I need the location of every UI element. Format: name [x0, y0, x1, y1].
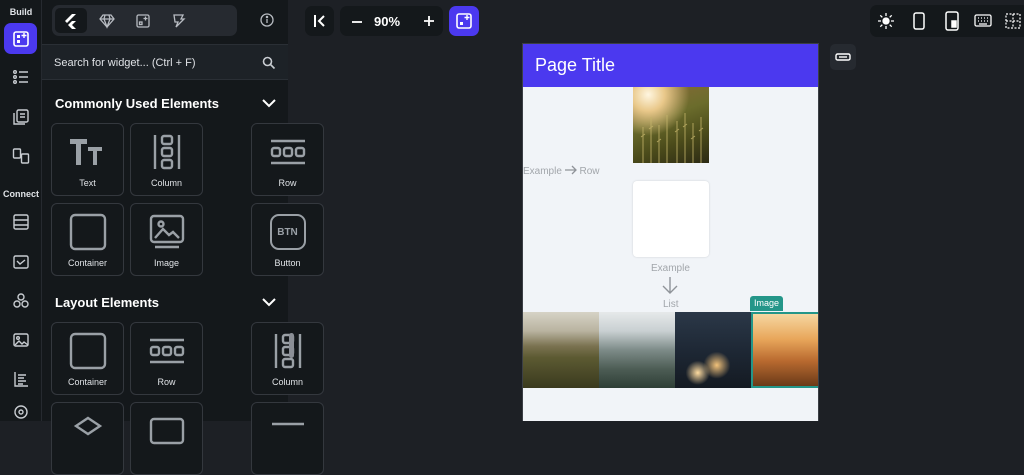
widget-card-label: Text: [79, 178, 96, 188]
build-section-label: Build: [9, 7, 33, 17]
zoom-out-icon[interactable]: [351, 16, 363, 28]
widget-add-icon: [456, 13, 472, 29]
add-widget-button[interactable]: [449, 6, 479, 36]
tablet-icon[interactable]: [945, 11, 959, 31]
container-icon: [69, 213, 106, 251]
tab-blocks[interactable]: [163, 8, 195, 33]
arrow-right-icon: [564, 165, 577, 175]
widget-card-label: Image: [153, 258, 179, 268]
database-icon[interactable]: [9, 210, 33, 234]
api-calls-icon[interactable]: [9, 367, 33, 391]
widget-palette-icon[interactable]: [4, 23, 37, 54]
storyboard-icon[interactable]: [9, 144, 33, 168]
widget-card-text[interactable]: Text: [51, 123, 124, 196]
widget-card-label: Button: [274, 258, 301, 268]
page-title: Page Title: [535, 55, 616, 75]
chevron-down-icon[interactable]: [261, 295, 277, 309]
widget-card-column[interactable]: Column: [130, 123, 203, 196]
pages-icon[interactable]: [9, 105, 33, 129]
theme-settings-icon[interactable]: [9, 400, 33, 424]
grid-icon[interactable]: [1005, 13, 1021, 29]
layout-elements-heading: Layout Elements: [55, 295, 160, 310]
zoom-control: 90%: [340, 6, 443, 36]
widget-card-label: Container: [67, 377, 108, 387]
list-image-3[interactable]: [675, 312, 751, 388]
list-example-text: Example: [651, 263, 690, 274]
list-text: List: [663, 299, 679, 310]
collapse-panel-button[interactable]: [305, 6, 334, 36]
flutter-logo-icon: [65, 13, 76, 29]
collapse-left-icon: [314, 15, 325, 27]
image-icon: [149, 214, 184, 249]
device-toolbar: [870, 5, 1024, 37]
common-elements-heading: Commonly Used Elements: [55, 96, 219, 111]
widget-tree-icon[interactable]: [9, 65, 33, 89]
widget-card-label: Row: [278, 178, 297, 188]
search-input[interactable]: [54, 54, 254, 72]
widget-search-bar: [42, 44, 288, 80]
connect-section-label: Connect: [3, 189, 39, 199]
search-icon[interactable]: [262, 56, 276, 70]
container-icon: [69, 332, 106, 370]
widget-card-label: Column: [271, 377, 303, 387]
empty-container[interactable]: [633, 181, 709, 257]
example-text: Example: [523, 166, 562, 177]
arrow-down-icon: [662, 277, 678, 294]
appbar-options-button[interactable]: [830, 44, 856, 70]
row-icon: [270, 139, 305, 165]
tab-flutter-widgets[interactable]: [55, 8, 87, 33]
tab-templates[interactable]: [127, 8, 159, 33]
widget-card-list[interactable]: [251, 402, 324, 475]
widget-card-container[interactable]: Container: [51, 322, 124, 395]
media-assets-icon[interactable]: [9, 328, 33, 352]
widget-card-button[interactable]: BTN Button: [251, 203, 324, 276]
row-example-label: Example Row: [523, 165, 599, 177]
info-icon[interactable]: [260, 13, 274, 32]
text-icon: [69, 139, 102, 165]
column-icon: [274, 333, 301, 369]
appbar-icon: [835, 53, 851, 61]
list-image-4-selected[interactable]: [751, 312, 818, 388]
widget-card-card[interactable]: [130, 402, 203, 475]
widget-icon: [136, 13, 150, 28]
column-icon: [153, 134, 180, 170]
list-image-2[interactable]: [599, 312, 675, 388]
widget-card-label: Row: [157, 377, 176, 387]
panel-tabs: [52, 5, 237, 36]
widget-card-image[interactable]: Image: [130, 203, 203, 276]
folder-icon[interactable]: [9, 250, 33, 274]
cactus-image[interactable]: [633, 87, 709, 163]
app-bar[interactable]: Page Title: [523, 44, 818, 87]
device-preview: Page Title Example Row Example List: [522, 43, 819, 421]
widget-card-column[interactable]: Column: [251, 322, 324, 395]
widget-panel: Commonly Used Elements Text Column Row C…: [42, 0, 324, 475]
row-text: Row: [579, 166, 600, 177]
light-mode-icon[interactable]: [878, 13, 894, 29]
zoom-level: 90%: [374, 14, 401, 29]
nav-rail: Build Connect: [0, 0, 42, 421]
widget-card-row[interactable]: Row: [251, 123, 324, 196]
panel-scrollbar[interactable]: [289, 333, 294, 358]
row-icon: [149, 338, 184, 364]
zoom-in-icon[interactable]: [423, 15, 435, 27]
list-image-1[interactable]: [523, 312, 599, 388]
widget-card-label: Container: [67, 258, 108, 268]
widget-card-stack[interactable]: [51, 402, 124, 475]
widget-card-container[interactable]: Container: [51, 203, 124, 276]
button-icon: BTN: [269, 214, 306, 250]
widget-card-row[interactable]: Row: [130, 322, 203, 395]
selected-widget-tag: Image: [750, 296, 783, 311]
diamond-icon: [99, 13, 115, 29]
widget-card-label: Column: [150, 178, 182, 188]
chevron-down-icon[interactable]: [261, 96, 277, 110]
keyboard-icon[interactable]: [974, 14, 992, 27]
tab-components[interactable]: [91, 8, 123, 33]
template-icon: [173, 13, 186, 27]
integrations-icon[interactable]: [9, 289, 33, 313]
phone-icon[interactable]: [913, 12, 925, 30]
